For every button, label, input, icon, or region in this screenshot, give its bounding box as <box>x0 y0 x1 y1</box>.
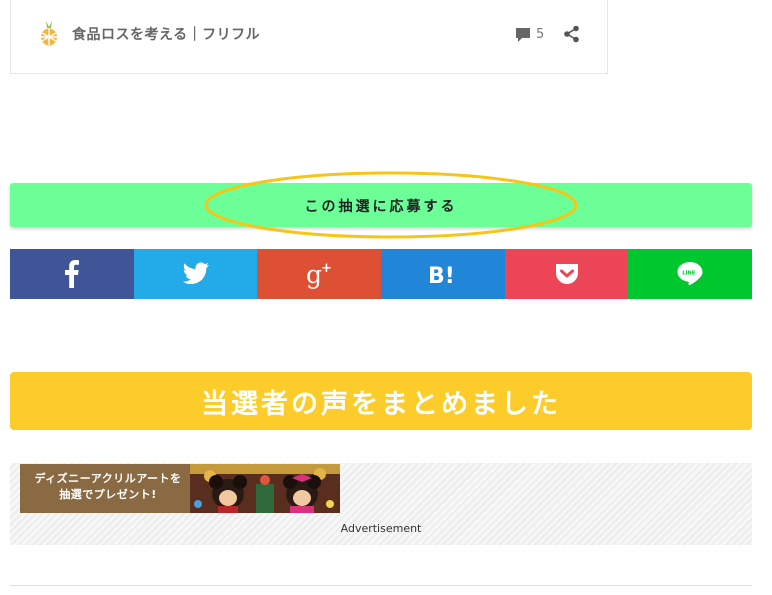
comment-count: 5 <box>536 27 545 42</box>
svg-text:g: g <box>306 260 322 289</box>
advertisement-area: ディズニーアクリルアートを 抽選でプレゼント! Advertisement <box>10 463 752 545</box>
social-share-bar: g + B! LINE <box>10 249 753 299</box>
svg-text:+: + <box>321 261 332 276</box>
ad-banner-text: ディズニーアクリルアートを 抽選でプレゼント! <box>26 471 190 503</box>
site-name-link[interactable]: 食品ロスを考える｜フリフル <box>72 24 260 44</box>
svg-text:B!: B! <box>428 264 455 286</box>
google-plus-share-button[interactable]: g + <box>257 249 382 299</box>
share-icon[interactable] <box>563 25 581 43</box>
apply-button-label: この抽選に応募する <box>304 199 458 215</box>
pineapple-logo-icon <box>41 21 57 46</box>
divider <box>10 585 752 586</box>
facebook-share-button[interactable] <box>10 249 134 299</box>
google-plus-icon: g + <box>306 260 332 289</box>
facebook-icon <box>64 260 79 288</box>
svg-text:LINE: LINE <box>682 271 696 277</box>
line-share-button[interactable]: LINE <box>628 249 753 299</box>
section-heading: 当選者の声をまとめました <box>10 372 752 430</box>
disney-characters-image <box>190 464 340 513</box>
comment-icon[interactable] <box>514 26 534 44</box>
line-icon: LINE <box>677 262 703 286</box>
section-heading-text: 当選者の声をまとめました <box>201 389 561 420</box>
advertisement-caption: Advertisement <box>340 522 422 535</box>
embedded-post-card[interactable]: 食品ロスを考える｜フリフル 5 <box>10 0 608 74</box>
pocket-icon <box>555 264 578 284</box>
ad-banner[interactable]: ディズニーアクリルアートを 抽選でプレゼント! <box>20 464 340 513</box>
apply-lottery-button[interactable]: この抽選に応募する <box>10 171 752 239</box>
hatena-bookmark-share-button[interactable]: B! <box>381 249 505 299</box>
pocket-share-button[interactable] <box>504 249 629 299</box>
hatena-bookmark-icon: B! <box>428 264 455 286</box>
ad-banner-line2: 抽選でプレゼント! <box>59 488 157 501</box>
twitter-share-button[interactable] <box>133 249 258 299</box>
ad-banner-line1: ディズニーアクリルアートを <box>34 472 182 485</box>
twitter-bird-icon <box>182 262 209 284</box>
